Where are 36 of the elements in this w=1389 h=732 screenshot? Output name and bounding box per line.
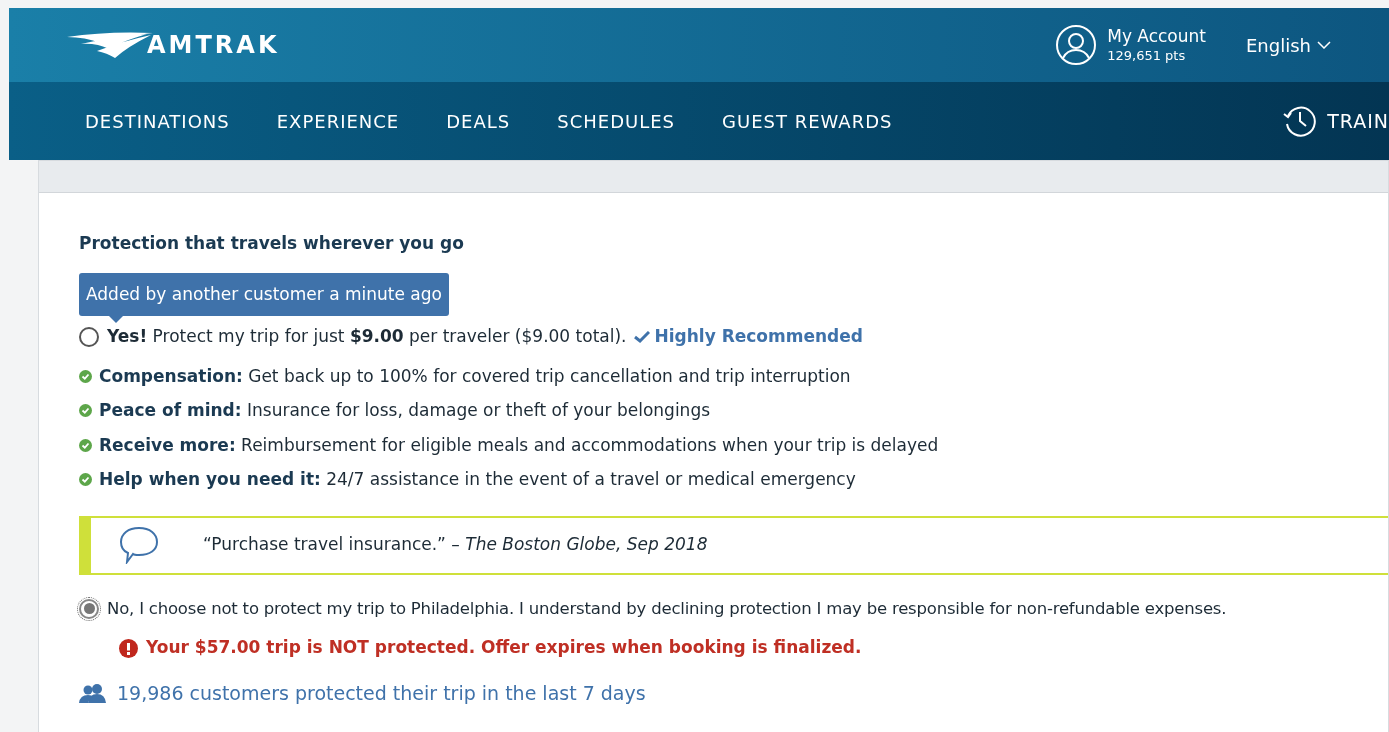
no-option-label[interactable]: No, I choose not to protect my trip to Philadelphia. I understand by declining protection I may be responsible for non-refundable expenses. xyxy=(107,596,1227,622)
tooltip: Added by another customer a minute ago xyxy=(79,272,449,316)
recommended-label: Highly Recommended xyxy=(654,325,863,348)
user-icon[interactable] xyxy=(1055,24,1098,66)
quote-text: “Purchase travel insurance.” – The Boston Globe, Sep 2018 xyxy=(203,533,708,557)
tooltip-pointer xyxy=(109,316,123,323)
speech-bubble-icon xyxy=(119,526,159,564)
points-text: 129,651 pts xyxy=(1107,47,1187,64)
history-clock-icon[interactable] xyxy=(1283,104,1318,138)
train-status-link[interactable]: TRAIN xyxy=(1327,106,1389,136)
chevron-down-icon xyxy=(1317,41,1331,49)
nav-link[interactable]: EXPERIENCE xyxy=(276,107,400,135)
alert-icon xyxy=(119,638,138,658)
account-link[interactable]: My Account xyxy=(1107,26,1206,48)
radio-button[interactable] xyxy=(79,598,99,619)
nav-link[interactable]: GUEST REWARDS xyxy=(722,107,893,135)
benefit-text: Help when you need it: 24/7 assistance in the event of a travel or medical emergency xyxy=(99,468,856,491)
nav-link[interactable]: DEALS xyxy=(446,107,511,135)
benefit-text: Receive more: Reimbursement for eligible meals and accommodations when your trip is delayed xyxy=(99,433,939,457)
check-circle-icon xyxy=(79,369,92,383)
social-proof-link[interactable]: 19,986 customers protected their trip in the last 7 days xyxy=(117,678,646,708)
yes-option-label[interactable]: Yes! Protect my trip for just $9.00 per traveler ($9.00 total). xyxy=(107,324,627,350)
users-icon xyxy=(79,683,107,703)
language-selector[interactable]: English xyxy=(1246,31,1331,59)
benefit-text: Peace of mind: Insurance for loss, damage or theft of your belongings xyxy=(99,399,711,422)
nav-link[interactable]: SCHEDULES xyxy=(557,107,676,135)
benefit-text: Compensation: Get back up to 100% for covered trip cancellation and trip interruption xyxy=(99,364,851,388)
check-icon xyxy=(634,330,651,343)
check-circle-icon xyxy=(79,473,92,487)
section-subtitle: Protection that travels wherever you go xyxy=(79,232,465,255)
logo-wordmark[interactable]: AMTRAK xyxy=(147,27,280,63)
check-circle-icon xyxy=(79,438,92,452)
check-circle-icon xyxy=(79,404,92,418)
radio-button[interactable] xyxy=(79,326,99,347)
nav-link[interactable]: DESTINATIONS xyxy=(85,107,230,135)
warning-text: Your $57.00 trip is NOT protected. Offer expires when booking is finalized. xyxy=(146,636,862,660)
